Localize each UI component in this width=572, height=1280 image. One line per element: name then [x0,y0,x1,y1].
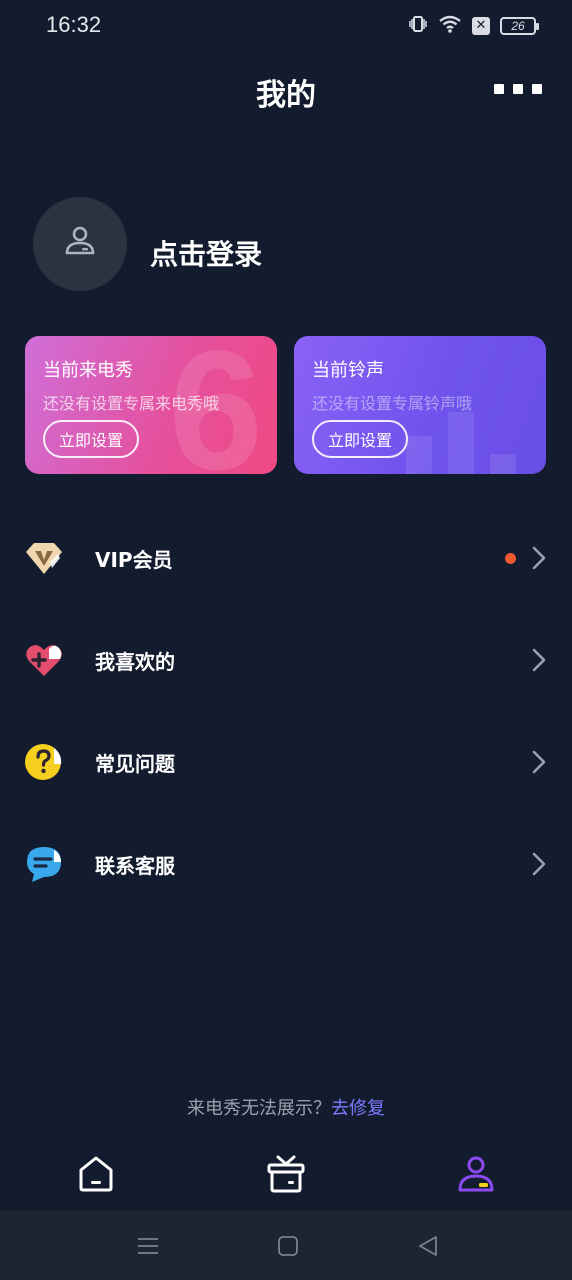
status-time: 16:32 [46,12,102,37]
wifi-icon [438,14,462,38]
vip-diamond-icon [24,538,64,578]
menu-item-favorites[interactable]: 我喜欢的 [0,630,572,690]
chevron-right-icon [532,852,546,876]
caller-show-set-button[interactable]: 立即设置 [43,420,140,458]
menu-item-customer-service[interactable]: 联系客服 [0,834,572,894]
notification-badge [505,552,516,564]
page-title: 我的 [256,78,316,113]
question-icon [24,742,64,782]
ringtone-title: 当前铃声 [312,360,384,381]
card-decoration [406,412,516,474]
menu-icon[interactable] [136,1234,160,1258]
battery-icon: 26 [500,17,539,35]
home-button-icon[interactable] [276,1234,300,1258]
status-bar: 16:32 ✕ 26 [0,0,572,52]
vibrate-icon [408,14,428,38]
menu-label-favorites: 我喜欢的 [95,649,175,674]
repair-link[interactable]: 去修复 [331,1098,385,1119]
repair-notice: 来电秀无法展示？去修复 [0,1094,572,1120]
menu-label-vip: VIP会员 [95,547,173,572]
profile-icon[interactable] [456,1154,496,1194]
chevron-right-icon [532,546,546,570]
gift-icon[interactable] [266,1154,306,1194]
bottom-nav [0,1148,572,1210]
caller-show-subtitle: 还没有设置专属来电秀哦 [43,394,220,413]
chevron-right-icon [532,648,546,672]
menu-label-faq: 常见问题 [95,751,175,776]
more-icon[interactable] [494,82,542,96]
heart-plus-icon [24,640,64,680]
repair-text: 来电秀无法展示？ [187,1098,331,1119]
ringtone-subtitle: 还没有设置专属铃声哦 [312,394,473,413]
menu-item-faq[interactable]: 常见问题 [0,732,572,792]
chevron-right-icon [532,750,546,774]
home-icon[interactable] [76,1154,116,1194]
back-icon[interactable] [416,1234,440,1258]
menu-item-vip[interactable]: VIP会员 [0,528,572,588]
caller-show-title: 当前来电秀 [43,360,133,381]
system-nav-bar [0,1210,572,1280]
menu-label-customer-service: 联系客服 [95,853,175,878]
user-icon [60,222,100,266]
no-sim-icon: ✕ [472,17,490,35]
login-link[interactable]: 点击登录 [150,233,262,273]
avatar[interactable] [33,197,127,291]
ringtone-card[interactable]: 当前铃声 还没有设置专属铃声哦 立即设置 [294,336,546,474]
ringtone-set-button[interactable]: 立即设置 [312,420,409,458]
chat-bubble-icon [24,844,64,884]
status-icons: ✕ 26 [408,14,539,38]
caller-show-card[interactable]: 6 当前来电秀 还没有设置专属来电秀哦 立即设置 [25,336,277,474]
